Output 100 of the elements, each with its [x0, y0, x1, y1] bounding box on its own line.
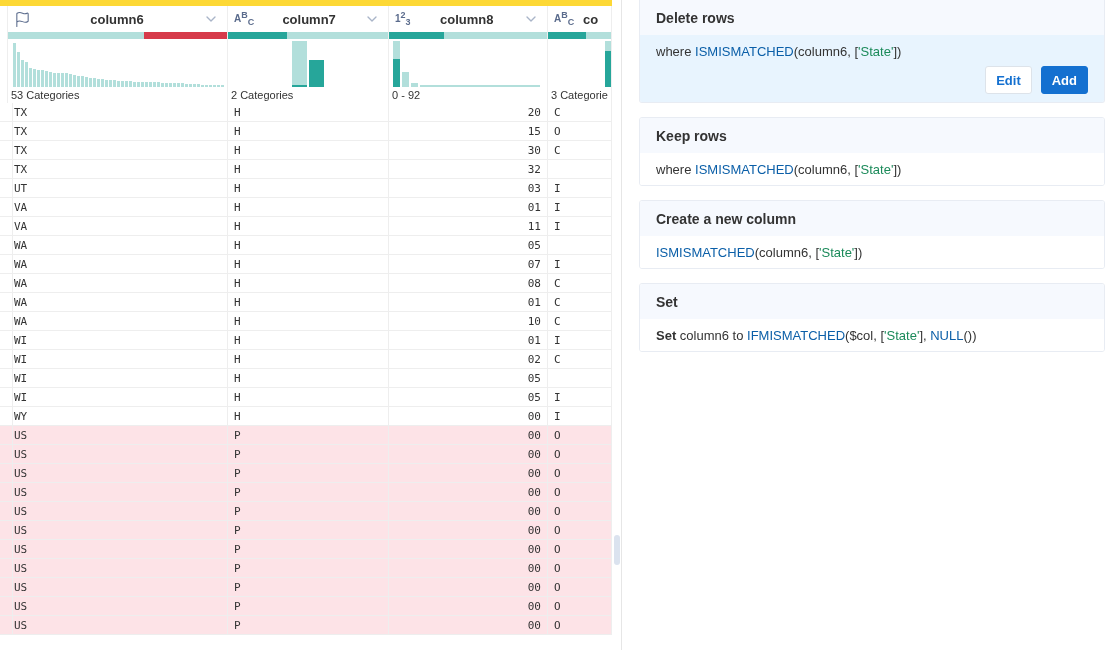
table-cell: TX — [14, 143, 28, 157]
table-cell: H — [234, 314, 241, 328]
table-cell: I — [554, 200, 561, 214]
table-cell: 01 — [527, 333, 541, 347]
table-cell: 32 — [527, 162, 541, 176]
table-cell: 01 — [527, 295, 541, 309]
suggestion-card[interactable]: Delete rows where ISMISMATCHED(column6, ['State']) Edit Add — [639, 0, 1105, 103]
table-cell: C — [554, 352, 561, 366]
table-cell: I — [554, 333, 561, 347]
table-cell: C — [554, 314, 561, 328]
table-cell: 02 — [527, 352, 541, 366]
table-cell: C — [554, 276, 561, 290]
table-cell: TX — [14, 105, 28, 119]
table-cell: WI — [14, 390, 28, 404]
column-header[interactable]: co — [578, 11, 603, 27]
table-cell: P — [234, 561, 241, 575]
add-button[interactable]: Add — [1040, 66, 1088, 94]
table-cell: WA — [14, 238, 28, 252]
table-cell: I — [554, 257, 561, 271]
expression-text: Set column6 to IFMISMATCHED($col, ['State'], NULL()) — [656, 328, 978, 343]
table-cell: 00 — [527, 523, 541, 537]
table-cell: US — [14, 447, 28, 461]
scrollbar-thumb[interactable] — [614, 535, 620, 565]
table-cell: WI — [14, 333, 28, 347]
table-cell: H — [234, 390, 241, 404]
table-cell: H — [234, 200, 241, 214]
table-cell: I — [554, 409, 561, 423]
table-cell: UT — [14, 181, 28, 195]
table-cell: WI — [14, 352, 28, 366]
table-cell: O — [554, 599, 561, 613]
histogram-drawing — [292, 41, 324, 87]
expression-text: where ISMISMATCHED(column6, ['State']) — [656, 44, 903, 59]
suggestion-card[interactable]: Set Set column6 to IFMISMATCHED($col, ['State'], NULL()) — [639, 283, 1105, 352]
table-cell: 00 — [527, 466, 541, 480]
table-cell: C — [554, 295, 561, 309]
table-cell: P — [234, 428, 241, 442]
table-cell: US — [14, 466, 28, 480]
expression-text: ISMISMATCHED(column6, ['State']) — [656, 245, 864, 260]
column-summary: 0 - 92 — [391, 88, 422, 103]
table-cell: WA — [14, 295, 28, 309]
table-cell: O — [554, 428, 561, 442]
table-cell: 00 — [527, 599, 541, 613]
table-cell: H — [234, 333, 241, 347]
table-cell: P — [234, 466, 241, 480]
table-cell: 00 — [527, 542, 541, 556]
table-cell: US — [14, 485, 28, 499]
column-summary: 3 Categorie — [550, 88, 609, 103]
table-cell: TX — [14, 124, 28, 138]
column-summary: 2 Categories — [230, 88, 295, 103]
edit-button[interactable]: Edit — [985, 66, 1032, 94]
table-cell: US — [14, 580, 28, 594]
table-cell: 00 — [527, 447, 541, 461]
table-cell: 00 — [527, 561, 541, 575]
table-cell: 05 — [527, 390, 541, 404]
table-cell: 05 — [527, 371, 541, 385]
table-cell: 30 — [527, 143, 541, 157]
table-cell: P — [234, 447, 241, 461]
table-cell: O — [554, 542, 561, 556]
expression-text: where ISMISMATCHED(column6, ['State']) — [656, 162, 903, 177]
table-cell: 07 — [527, 257, 541, 271]
table-cell: H — [234, 409, 241, 423]
table-cell: H — [234, 162, 241, 176]
table-cell: C — [554, 143, 561, 157]
table-cell: 11 — [527, 219, 541, 233]
table-cell: P — [234, 504, 241, 518]
column-header[interactable]: column6 — [35, 11, 199, 27]
table-cell: O — [554, 561, 561, 575]
table-cell: 01 — [527, 200, 541, 214]
table-cell: H — [234, 276, 241, 290]
suggestion-card[interactable]: Keep rows where ISMISMATCHED(column6, ['State']) — [639, 117, 1105, 186]
table-cell: 03 — [527, 181, 541, 195]
table-cell: P — [234, 523, 241, 537]
table-cell: P — [234, 542, 241, 556]
table-cell: O — [554, 466, 561, 480]
column-header[interactable]: column8 — [414, 11, 519, 27]
table-cell: O — [554, 124, 561, 138]
table-cell: H — [234, 352, 241, 366]
table-cell: 00 — [527, 409, 541, 423]
table-cell: US — [14, 599, 28, 613]
table-cell: TX — [14, 162, 28, 176]
table-cell: 00 — [527, 580, 541, 594]
suggestion-card[interactable]: Create a new column ISMISMATCHED(column6, ['State']) — [639, 200, 1105, 269]
table-cell: H — [234, 143, 241, 157]
table-cell: US — [14, 618, 28, 632]
table-cell: I — [554, 181, 561, 195]
table-cell: H — [234, 219, 241, 233]
table-cell: H — [234, 124, 241, 138]
table-cell: 10 — [527, 314, 541, 328]
table-cell: P — [234, 618, 241, 632]
card-title: Create a new column — [656, 210, 797, 227]
table-cell: US — [14, 523, 28, 537]
column-header[interactable]: column7 — [258, 11, 360, 27]
table-cell: H — [234, 181, 241, 195]
card-title: Keep rows — [656, 127, 727, 144]
table-cell: US — [14, 428, 28, 442]
table-cell: H — [234, 295, 241, 309]
table-cell: P — [234, 485, 241, 499]
table-cell: VA — [14, 200, 28, 214]
table-cell: VA — [14, 219, 28, 233]
table-cell: I — [554, 390, 561, 404]
